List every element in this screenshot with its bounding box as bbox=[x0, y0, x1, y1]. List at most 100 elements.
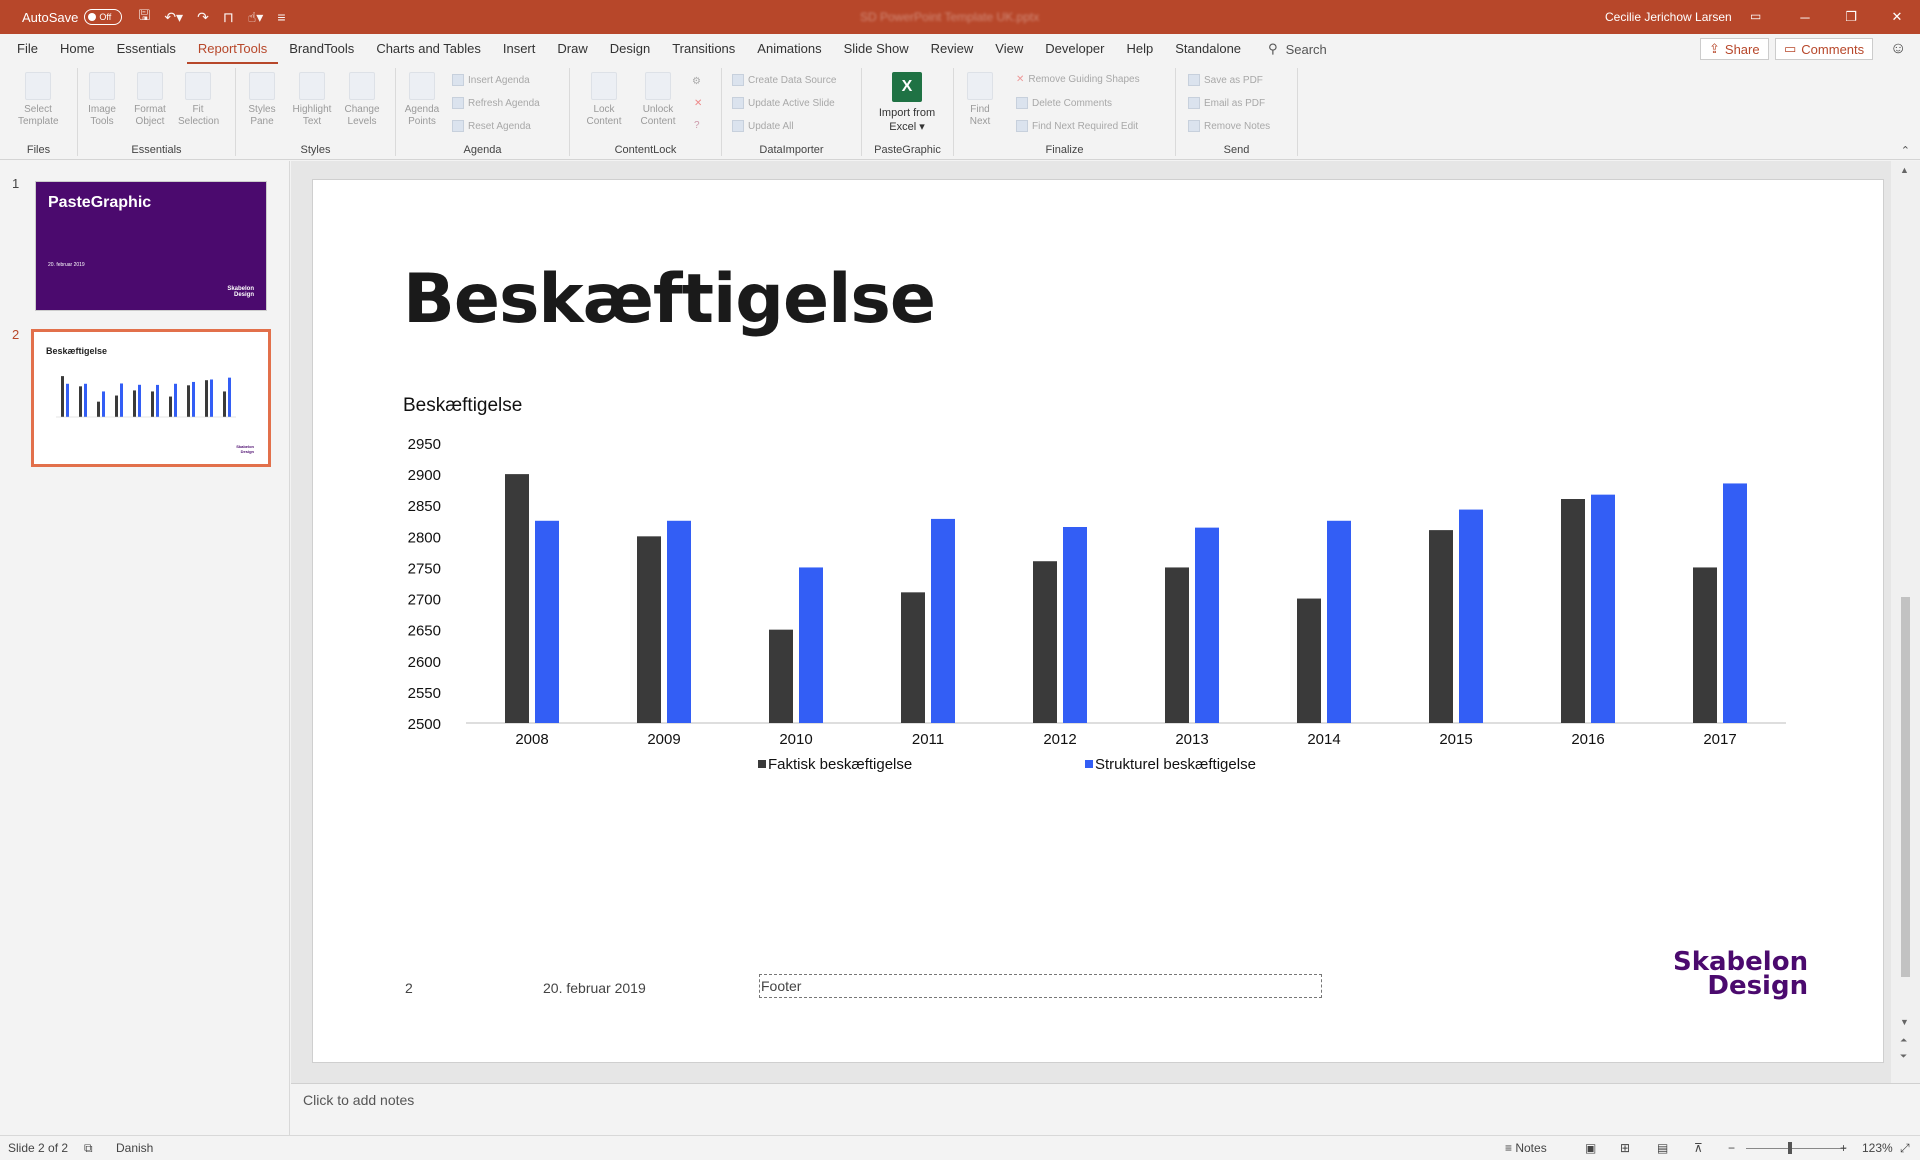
notes-pane[interactable]: Click to add notes bbox=[291, 1083, 1920, 1117]
find-next-button[interactable]: Find Next bbox=[960, 72, 1000, 128]
refresh-agenda-button[interactable]: Refresh Agenda bbox=[452, 97, 540, 109]
slideshow-icon[interactable]: ⊼ bbox=[1694, 1141, 1703, 1155]
reading-view-icon[interactable]: ▤ bbox=[1657, 1141, 1668, 1155]
scroll-up-icon[interactable]: ▲ bbox=[1900, 165, 1909, 175]
slide-sorter-icon[interactable]: ⊞ bbox=[1620, 1141, 1630, 1155]
scroll-down-icon[interactable]: ▼ bbox=[1900, 1017, 1909, 1027]
notes-toggle[interactable]: ≡ Notes bbox=[1505, 1141, 1547, 1155]
update-active-slide-button[interactable]: Update Active Slide bbox=[732, 97, 835, 109]
ribbon: Select Template Files Image Tools Format… bbox=[0, 64, 1920, 160]
tab-brandtools[interactable]: BrandTools bbox=[278, 34, 365, 64]
close-icon[interactable]: ✕ bbox=[1874, 0, 1920, 34]
fit-slide-icon[interactable]: ⤢ bbox=[1900, 1141, 1910, 1156]
ribbon-display-options-icon[interactable]: ▭ bbox=[1750, 9, 1761, 23]
tab-charts-and-tables[interactable]: Charts and Tables bbox=[365, 34, 492, 64]
language-indicator[interactable]: Danish bbox=[116, 1141, 153, 1155]
title-bar: AutoSave Off 🖫 ↶▾ ↷ ⊓ ☝▾ ≡ SD PowerPoint… bbox=[0, 0, 1920, 34]
insert-agenda-button[interactable]: Insert Agenda bbox=[452, 74, 530, 86]
thumb-bar bbox=[169, 396, 172, 417]
contentlock-help-icon[interactable]: ? bbox=[694, 120, 700, 131]
create-data-source-button[interactable]: Create Data Source bbox=[732, 74, 836, 86]
scroll-thumb[interactable] bbox=[1901, 597, 1910, 977]
find-next-required-edit-button[interactable]: Find Next Required Edit bbox=[1016, 120, 1138, 132]
slide-title[interactable]: Beskæftigelse bbox=[403, 260, 936, 339]
next-slide-icon[interactable]: ⏷ bbox=[1900, 1051, 1907, 1062]
minimize-icon[interactable]: ─ bbox=[1782, 0, 1828, 34]
save-as-pdf-button[interactable]: Save as PDF bbox=[1188, 74, 1263, 86]
zoom-slider[interactable] bbox=[1746, 1148, 1846, 1149]
comments-button[interactable]: ▭ Comments bbox=[1775, 38, 1874, 60]
tab-essentials[interactable]: Essentials bbox=[106, 34, 187, 64]
slide-thumbnail-1[interactable]: PasteGraphic 20. februar 2019 Skabelon De… bbox=[35, 181, 267, 311]
thumb2-logo: Skabelon Design bbox=[236, 444, 254, 454]
update-all-button[interactable]: Update All bbox=[732, 120, 794, 132]
tab-home[interactable]: Home bbox=[49, 34, 106, 64]
zoom-level[interactable]: 123% bbox=[1862, 1141, 1893, 1155]
present-icon[interactable]: ⊓ bbox=[223, 9, 234, 26]
bar-faktisk-2012 bbox=[1033, 561, 1057, 723]
delete-comments-button[interactable]: Delete Comments bbox=[1016, 97, 1112, 109]
tab-developer[interactable]: Developer bbox=[1034, 34, 1115, 64]
contentlock-settings-icon[interactable]: ⚙ bbox=[692, 76, 701, 87]
user-name[interactable]: Cecilie Jerichow Larsen bbox=[1605, 10, 1732, 24]
tab-transitions[interactable]: Transitions bbox=[661, 34, 746, 64]
bar-chart[interactable]: 2500 2550 2600 2650 2700 2750 2800 2850 2900 2950… bbox=[393, 395, 1793, 865]
thumb2-chart bbox=[56, 376, 236, 418]
previous-slide-icon[interactable]: ⏶ bbox=[1900, 1035, 1907, 1046]
normal-view-icon[interactable]: ▣ bbox=[1585, 1141, 1596, 1155]
touch-mode-icon[interactable]: ☝▾ bbox=[248, 9, 264, 26]
autosave-toggle[interactable]: Off bbox=[84, 9, 123, 25]
remove-guiding-shapes-button[interactable]: ✕ Remove Guiding Shapes bbox=[1016, 74, 1140, 85]
remove-notes-button[interactable]: Remove Notes bbox=[1188, 120, 1270, 132]
vertical-scrollbar[interactable]: ▲ ▼ ⏶ ⏷ bbox=[1891, 161, 1920, 1083]
group-styles: Styles Pane Highlight Text Change Levels… bbox=[236, 68, 396, 156]
reset-agenda-button[interactable]: Reset Agenda bbox=[452, 120, 531, 132]
contentlock-remove-icon[interactable]: ✕ bbox=[694, 98, 702, 109]
tab-standalone[interactable]: Standalone bbox=[1164, 34, 1252, 64]
email-as-pdf-button[interactable]: Email as PDF bbox=[1188, 97, 1265, 109]
unlock-content-button[interactable]: Unlock Content bbox=[638, 72, 678, 128]
zoom-out-icon[interactable]: − bbox=[1728, 1141, 1735, 1155]
chart-area[interactable]: Beskæftigelse 2500 2550 2600 2650 2700 2750 28… bbox=[393, 395, 1793, 865]
excel-icon: X bbox=[892, 72, 922, 102]
select-template-button[interactable]: Select Template bbox=[18, 72, 59, 128]
lock-content-button[interactable]: Lock Content bbox=[584, 72, 624, 128]
highlight-text-button[interactable]: Highlight Text bbox=[292, 72, 332, 128]
autosave-control[interactable]: AutoSave Off bbox=[22, 9, 123, 25]
save-icon[interactable]: 🖫 bbox=[138, 5, 150, 29]
customize-qat-icon[interactable]: ≡ bbox=[277, 9, 285, 25]
tab-slide-show[interactable]: Slide Show bbox=[833, 34, 920, 64]
current-slide[interactable]: Beskæftigelse Beskæftigelse 2500 2550 2600… bbox=[312, 179, 1884, 1063]
bar-faktisk-2008 bbox=[505, 474, 529, 723]
tab-design[interactable]: Design bbox=[599, 34, 661, 64]
zoom-slider-knob[interactable] bbox=[1788, 1142, 1792, 1154]
image-tools-button[interactable]: Image Tools bbox=[82, 72, 122, 128]
tab-file[interactable]: File bbox=[6, 34, 49, 64]
footer-textbox[interactable]: Footer bbox=[759, 974, 1322, 998]
tab-view[interactable]: View bbox=[984, 34, 1034, 64]
format-object-button[interactable]: Format Object bbox=[130, 72, 170, 128]
styles-pane-button[interactable]: Styles Pane bbox=[242, 72, 282, 128]
share-button[interactable]: ⇪ Share bbox=[1700, 38, 1769, 60]
tab-insert[interactable]: Insert bbox=[492, 34, 547, 64]
redo-icon[interactable]: ↷ bbox=[197, 9, 209, 26]
fit-selection-button[interactable]: Fit Selection bbox=[178, 72, 219, 128]
accessibility-icon[interactable]: ⧉ bbox=[84, 1141, 93, 1156]
search-icon: ⚲ bbox=[1268, 41, 1278, 56]
zoom-in-icon[interactable]: + bbox=[1840, 1141, 1847, 1155]
tab-help[interactable]: Help bbox=[1116, 34, 1165, 64]
slide-thumbnail-2[interactable]: Beskæftigelse Skabelon Design bbox=[31, 329, 271, 467]
agenda-points-button[interactable]: Agenda Points bbox=[402, 72, 442, 128]
search-box[interactable]: ⚲ Search bbox=[1268, 41, 1327, 57]
import-from-excel-button[interactable]: X Import from Excel ▾ bbox=[872, 72, 942, 134]
collapse-ribbon-icon[interactable]: ⌃ bbox=[1901, 144, 1910, 157]
feedback-smiley-icon[interactable]: ☺ bbox=[1890, 40, 1906, 58]
tab-animations[interactable]: Animations bbox=[746, 34, 832, 64]
change-levels-button[interactable]: Change Levels bbox=[342, 72, 382, 128]
tab-review[interactable]: Review bbox=[920, 34, 985, 64]
search-label: Search bbox=[1285, 41, 1327, 57]
restore-icon[interactable]: ❐ bbox=[1828, 0, 1874, 34]
tab-draw[interactable]: Draw bbox=[546, 34, 598, 64]
tab-reporttools[interactable]: ReportTools bbox=[186, 34, 279, 64]
undo-icon[interactable]: ↶▾ bbox=[164, 9, 183, 26]
